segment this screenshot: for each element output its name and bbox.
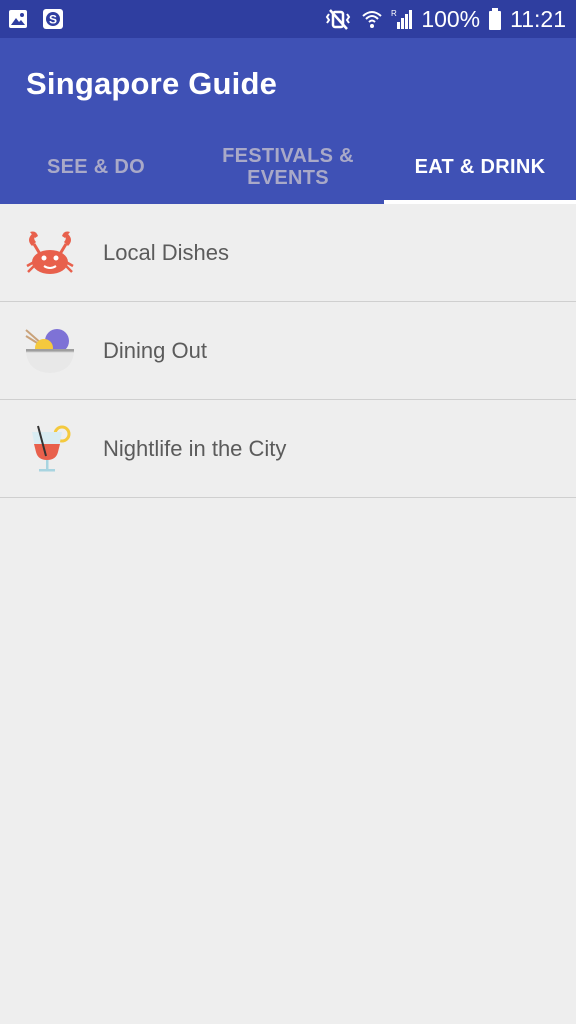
crab-icon bbox=[24, 228, 76, 280]
list-item-label: Dining Out bbox=[103, 338, 207, 363]
s-app-notification-icon: S bbox=[42, 8, 64, 30]
cocktail-icon bbox=[24, 424, 76, 476]
tab-festivals-and-events[interactable]: FESTIVALS & EVENTS bbox=[192, 130, 384, 204]
app-bar: Singapore Guide SEE & DO FESTIVALS & EVE… bbox=[0, 38, 576, 204]
tab-label: SEE & DO bbox=[47, 156, 145, 178]
system-status: R 100% 11:21 bbox=[323, 0, 566, 38]
category-list: Local Dishes Dining Out Nightlife in the… bbox=[0, 204, 576, 498]
tab-label: FESTIVALS & EVENTS bbox=[222, 145, 354, 189]
tab-see-and-do[interactable]: SEE & DO bbox=[0, 130, 192, 204]
gallery-notification-icon bbox=[8, 9, 28, 29]
signal-icon: R bbox=[391, 8, 413, 30]
tab-label: EAT & DRINK bbox=[414, 156, 546, 178]
status-bar: S R 100% 11:21 bbox=[0, 0, 576, 38]
svg-text:R: R bbox=[391, 9, 397, 18]
tab-eat-and-drink[interactable]: EAT & DRINK bbox=[384, 130, 576, 204]
list-item-dining-out[interactable]: Dining Out bbox=[0, 302, 576, 400]
wifi-icon bbox=[361, 8, 383, 30]
tab-bar: SEE & DO FESTIVALS & EVENTS EAT & DRINK bbox=[0, 130, 576, 204]
list-item-label: Nightlife in the City bbox=[103, 436, 287, 461]
vibrate-mute-icon bbox=[323, 8, 353, 30]
battery-icon bbox=[488, 8, 502, 30]
bowl-icon bbox=[24, 326, 76, 378]
app-title: Singapore Guide bbox=[26, 66, 278, 101]
notification-icons: S bbox=[8, 8, 64, 30]
clock: 11:21 bbox=[510, 5, 566, 32]
list-item-label: Local Dishes bbox=[103, 240, 229, 265]
battery-percent: 100% bbox=[421, 5, 481, 32]
svg-text:S: S bbox=[49, 13, 57, 27]
list-item-local-dishes[interactable]: Local Dishes bbox=[0, 204, 576, 302]
list-item-nightlife[interactable]: Nightlife in the City bbox=[0, 400, 576, 498]
